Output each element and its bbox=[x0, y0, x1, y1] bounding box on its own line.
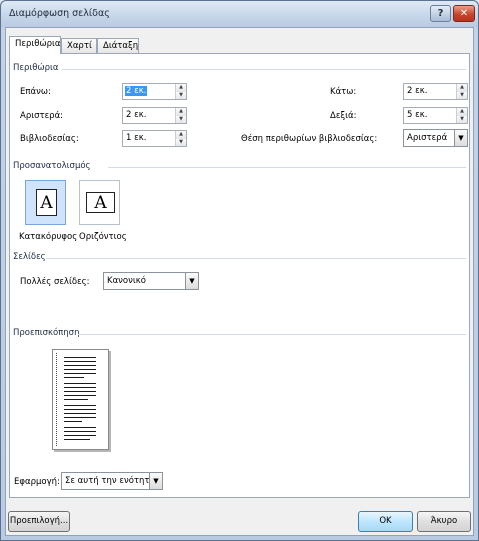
tab-paper[interactable]: Χαρτί bbox=[61, 38, 97, 53]
pages-section-label: Σελίδες bbox=[13, 252, 46, 262]
preview-text-line bbox=[64, 391, 96, 392]
gutter-spinner[interactable]: 1 εκ. ▲ ▼ bbox=[122, 130, 187, 147]
section-divider bbox=[78, 334, 466, 335]
orientation-section-label: Προσανατολισμός bbox=[13, 161, 91, 171]
preview-text-line bbox=[64, 439, 90, 440]
spin-up-icon[interactable]: ▲ bbox=[457, 108, 467, 116]
preview-text-line bbox=[64, 417, 96, 418]
multiple-pages-label: Πολλές σελίδες: bbox=[20, 277, 90, 287]
spin-up-icon[interactable]: ▲ bbox=[457, 84, 467, 92]
margins-panel: Περιθώρια Επάνω: 2 εκ. ▲ ▼ Κάτω: 2 εκ. ▲ ▼… bbox=[9, 53, 470, 498]
right-margin-value[interactable]: 5 εκ. bbox=[406, 110, 428, 120]
gutter-line bbox=[56, 353, 57, 446]
set-as-default-button[interactable]: Προεπιλογή... bbox=[8, 511, 70, 532]
right-margin-arrows[interactable]: ▲ ▼ bbox=[456, 108, 467, 123]
portrait-page-icon: A bbox=[36, 189, 57, 216]
preview-text-line bbox=[64, 435, 96, 436]
tab-margins[interactable]: Περιθώρια bbox=[9, 36, 61, 54]
ok-button[interactable]: OK bbox=[358, 511, 413, 532]
help-button[interactable]: ? bbox=[430, 5, 451, 22]
window-title: Διαμόρφωση σελίδας bbox=[9, 8, 110, 19]
chevron-down-icon[interactable]: ▼ bbox=[454, 130, 467, 146]
gutter-position-label: Θέση περιθωρίων βιβλιοδεσίας: bbox=[241, 134, 378, 144]
preview-text-line bbox=[64, 431, 96, 432]
preview-text-line bbox=[64, 373, 96, 374]
landscape-option[interactable]: A bbox=[79, 180, 120, 225]
close-button[interactable]: ✕ bbox=[453, 5, 475, 22]
gutter-arrows[interactable]: ▲ ▼ bbox=[175, 131, 186, 146]
dialog-body: Περιθώρια Χαρτί Διάταξη Περιθώρια Επάνω:… bbox=[5, 27, 474, 536]
left-margin-spinner[interactable]: 2 εκ. ▲ ▼ bbox=[122, 107, 187, 124]
gutter-label: Βιβλιοδεσίας: bbox=[20, 134, 79, 144]
preview-section-label: Προεπισκόπηση bbox=[13, 328, 80, 338]
title-bar[interactable]: Διαμόρφωση σελίδας ? ✕ bbox=[1, 1, 478, 27]
preview-text-line bbox=[64, 421, 82, 422]
bottom-margin-arrows[interactable]: ▲ ▼ bbox=[456, 84, 467, 99]
portrait-label[interactable]: Κατακόρυφος bbox=[19, 232, 77, 242]
preview-text-line bbox=[64, 369, 96, 370]
top-margin-arrows[interactable]: ▲ ▼ bbox=[175, 84, 186, 99]
preview-text-line bbox=[64, 365, 96, 366]
top-margin-value[interactable]: 2 εκ. bbox=[125, 86, 148, 96]
chevron-down-icon[interactable]: ▼ bbox=[149, 473, 162, 489]
cancel-button[interactable]: Άκυρο bbox=[417, 511, 471, 532]
section-divider bbox=[62, 69, 466, 70]
preview-text-line bbox=[64, 427, 96, 428]
top-margin-spinner[interactable]: 2 εκ. ▲ ▼ bbox=[122, 83, 187, 100]
multiple-pages-select[interactable]: Κανονικό ▼ bbox=[103, 272, 199, 290]
landscape-page-icon: A bbox=[86, 192, 115, 213]
preview-text-line bbox=[64, 395, 96, 396]
preview-text-line bbox=[64, 377, 84, 378]
left-margin-label: Αριστερά: bbox=[20, 111, 64, 121]
chevron-down-icon[interactable]: ▼ bbox=[185, 273, 198, 289]
spin-down-icon[interactable]: ▼ bbox=[176, 91, 186, 99]
right-margin-label: Δεξιά: bbox=[330, 111, 357, 121]
portrait-option[interactable]: A bbox=[25, 180, 66, 225]
preview-text-line bbox=[64, 405, 96, 406]
preview-text-line bbox=[64, 357, 96, 358]
left-margin-arrows[interactable]: ▲ ▼ bbox=[175, 108, 186, 123]
spin-down-icon[interactable]: ▼ bbox=[176, 138, 186, 146]
page-preview bbox=[52, 349, 109, 450]
preview-text-line bbox=[64, 361, 96, 362]
bottom-margin-label: Κάτω: bbox=[330, 87, 357, 97]
preview-text-line bbox=[64, 387, 96, 388]
landscape-label[interactable]: Οριζόντιος bbox=[79, 232, 127, 242]
gutter-position-select[interactable]: Αριστερά ▼ bbox=[403, 129, 468, 147]
spin-up-icon[interactable]: ▲ bbox=[176, 108, 186, 116]
left-margin-value[interactable]: 2 εκ. bbox=[125, 110, 147, 120]
bottom-margin-spinner[interactable]: 2 εκ. ▲ ▼ bbox=[403, 83, 468, 100]
right-margin-spinner[interactable]: 5 εκ. ▲ ▼ bbox=[403, 107, 468, 124]
section-divider bbox=[46, 258, 466, 259]
multiple-pages-value: Κανονικό bbox=[107, 276, 146, 286]
spin-down-icon[interactable]: ▼ bbox=[176, 115, 186, 123]
gutter-position-value: Αριστερά bbox=[407, 133, 448, 143]
tab-layout[interactable]: Διάταξη bbox=[97, 38, 139, 53]
apply-to-label: Εφαρμογή: bbox=[14, 477, 60, 487]
spin-down-icon[interactable]: ▼ bbox=[457, 115, 467, 123]
spin-up-icon[interactable]: ▲ bbox=[176, 84, 186, 92]
spin-up-icon[interactable]: ▲ bbox=[176, 131, 186, 139]
apply-to-select[interactable]: Σε αυτή την ενότητα ▼ bbox=[61, 472, 163, 490]
preview-text-line bbox=[64, 383, 96, 384]
gutter-value[interactable]: 1 εκ. bbox=[125, 133, 147, 143]
top-margin-label: Επάνω: bbox=[20, 87, 51, 97]
preview-text-line bbox=[64, 409, 96, 410]
margins-section-label: Περιθώρια bbox=[13, 63, 59, 73]
preview-text-line bbox=[64, 413, 96, 414]
apply-to-value: Σε αυτή την ενότητα bbox=[65, 476, 156, 486]
page-setup-dialog: Διαμόρφωση σελίδας ? ✕ Περιθώρια Χαρτί Δ… bbox=[0, 0, 479, 541]
preview-text-line bbox=[64, 399, 88, 400]
spin-down-icon[interactable]: ▼ bbox=[457, 91, 467, 99]
bottom-margin-value[interactable]: 2 εκ. bbox=[406, 86, 428, 96]
section-divider bbox=[108, 167, 466, 168]
